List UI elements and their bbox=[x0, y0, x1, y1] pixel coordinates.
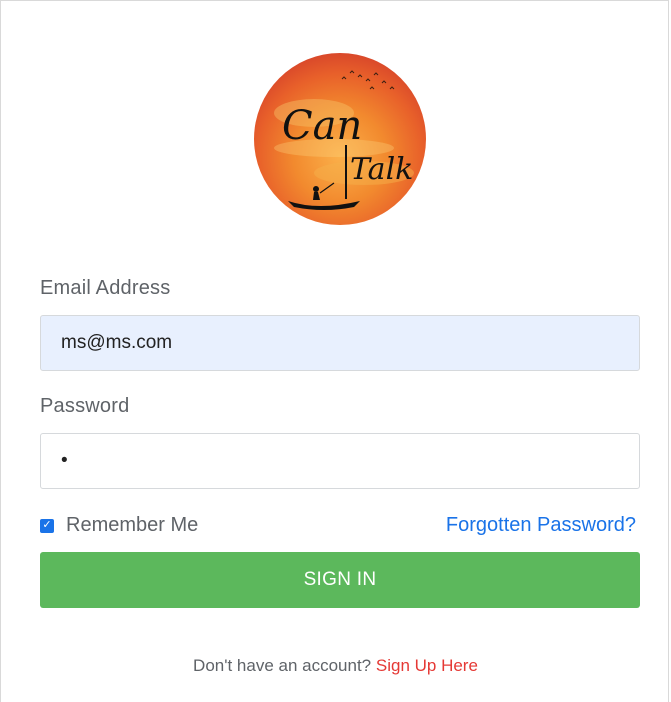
signup-prompt-text: Don't have an account? bbox=[193, 656, 372, 675]
remember-me-label: Remember Me bbox=[66, 514, 199, 536]
password-label: Password bbox=[40, 395, 130, 417]
cantalk-logo: Can Talk bbox=[254, 53, 426, 225]
svg-text:Can: Can bbox=[282, 103, 362, 149]
remember-me-checkbox[interactable]: ✓ bbox=[40, 518, 54, 533]
password-field[interactable] bbox=[40, 433, 640, 489]
login-card: Can Talk Email Address Password ✓ Rememb… bbox=[0, 0, 669, 702]
logo-image: Can Talk bbox=[254, 53, 426, 225]
sign-in-button[interactable]: SIGN IN bbox=[40, 552, 640, 608]
svg-text:Talk: Talk bbox=[350, 152, 413, 187]
email-label: Email Address bbox=[40, 277, 171, 299]
email-field[interactable] bbox=[40, 315, 640, 371]
sign-up-link[interactable]: Sign Up Here bbox=[376, 656, 478, 675]
signup-prompt: Don't have an account? Sign Up Here bbox=[1, 656, 670, 676]
remember-me-row: ✓ Remember Me bbox=[40, 514, 198, 537]
forgot-password-link[interactable]: Forgotten Password? bbox=[446, 514, 636, 537]
